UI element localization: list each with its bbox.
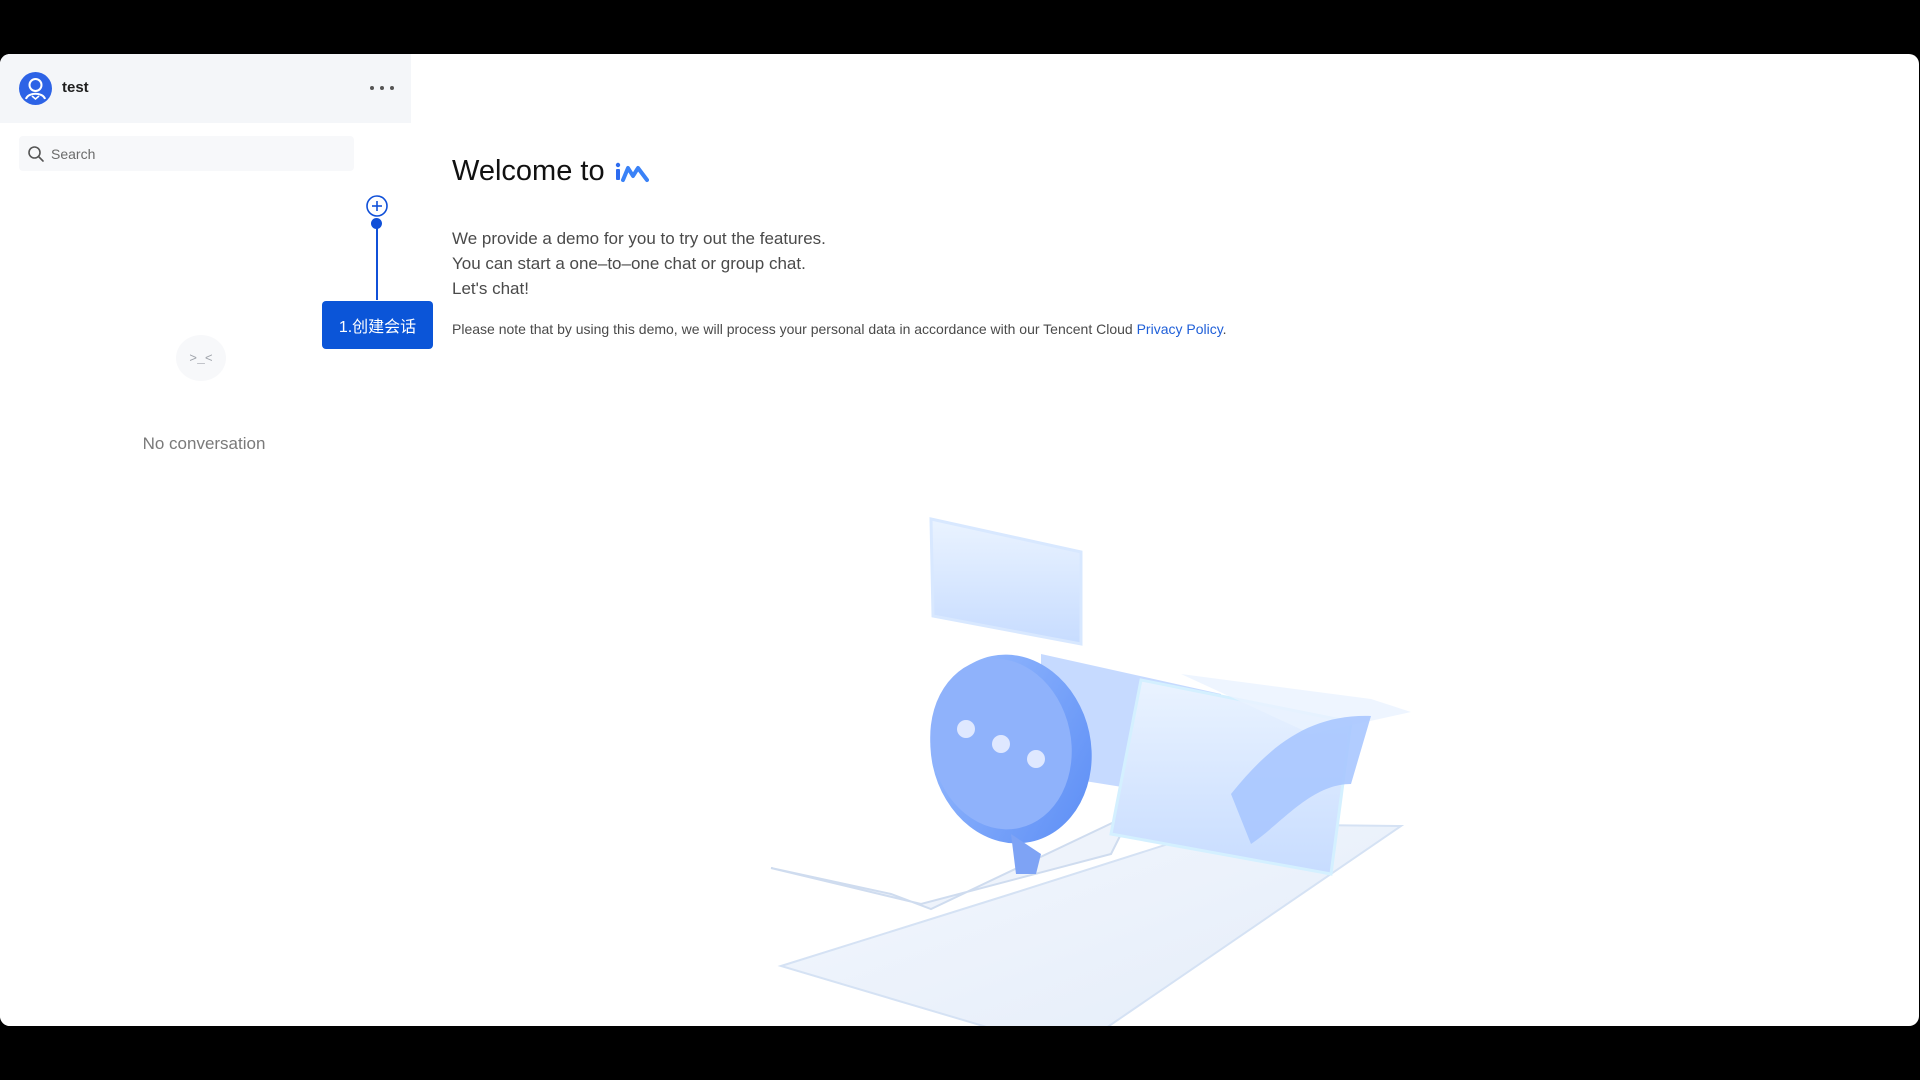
search-icon	[28, 146, 44, 162]
intro-line: Let's chat!	[452, 279, 529, 298]
chat-bubble-illustration	[770, 517, 1411, 1026]
welcome-title: Welcome to	[452, 155, 605, 187]
search-input[interactable]	[51, 136, 341, 171]
empty-face-icon: >_<	[176, 335, 226, 381]
username: test	[62, 79, 89, 96]
sidebar: test 1.创建会话 >_< No conversation	[0, 54, 433, 1026]
search-box	[19, 136, 354, 171]
guide-dot	[371, 218, 382, 229]
main-panel: Welcome to We provide a demo for you to …	[411, 54, 1919, 1026]
add-icon[interactable]	[365, 194, 389, 218]
im-logo	[615, 162, 649, 182]
sidebar-header: test	[0, 54, 411, 123]
notice-text: Please note that by using this demo, we …	[452, 321, 1137, 337]
intro-text: We provide a demo for you to try out the…	[452, 226, 826, 301]
more-icon[interactable]	[370, 78, 394, 98]
privacy-policy-link[interactable]: Privacy Policy	[1137, 321, 1223, 337]
privacy-notice: Please note that by using this demo, we …	[452, 321, 1227, 337]
notice-suffix: .	[1222, 321, 1227, 337]
guide-line	[376, 222, 378, 300]
intro-line: We provide a demo for you to try out the…	[452, 229, 826, 248]
welcome-heading: Welcome to	[452, 155, 649, 188]
intro-line: You can start a one–to–one chat or group…	[452, 254, 806, 273]
empty-state-text: No conversation	[142, 434, 266, 453]
avatar-icon[interactable]	[19, 72, 52, 105]
app-window: test 1.创建会话 >_< No conversation Welcome …	[0, 54, 1919, 1026]
